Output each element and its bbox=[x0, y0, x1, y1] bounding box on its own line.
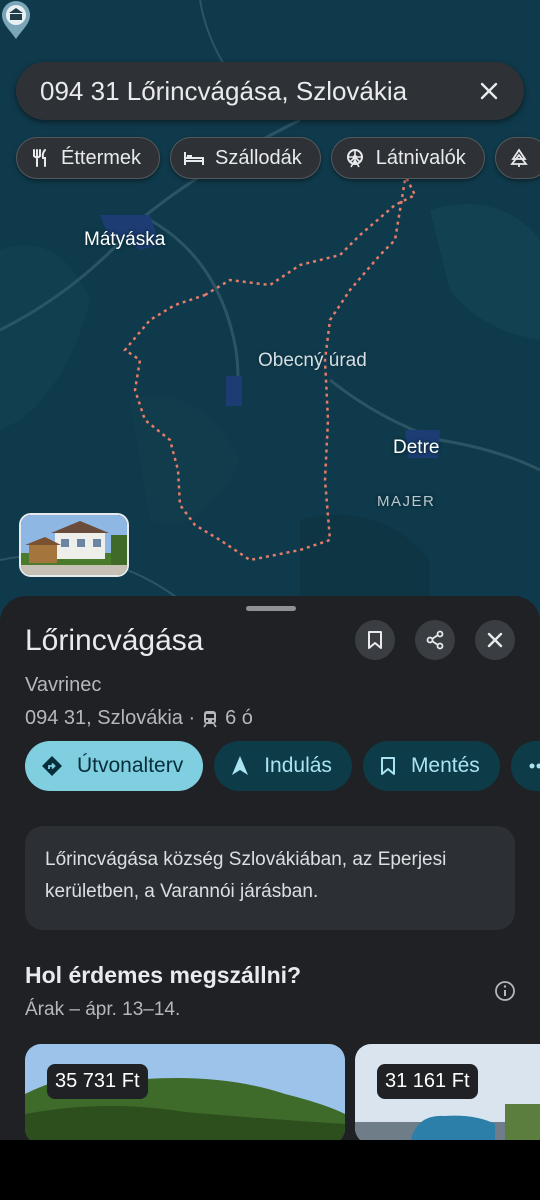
chip-restaurants[interactable]: Éttermek bbox=[16, 137, 161, 179]
place-address: 094 31, Szlovákia · bbox=[25, 707, 196, 729]
town-hall-pin-icon[interactable] bbox=[0, 0, 32, 40]
navigation-arrow-icon bbox=[232, 756, 249, 775]
clear-search-icon[interactable] bbox=[474, 76, 504, 106]
action-buttons: Útvonalterv Indulás Mentés bbox=[25, 741, 540, 791]
start-label: Indulás bbox=[264, 754, 332, 777]
close-icon bbox=[487, 632, 503, 648]
place-description: Lőrincvágása község Szlovákiában, az Epe… bbox=[25, 826, 515, 930]
map-label-majer[interactable]: MAJER bbox=[377, 493, 435, 510]
system-navigation-bar bbox=[0, 1140, 540, 1200]
ferris-wheel-icon bbox=[344, 147, 366, 169]
chip-hotels[interactable]: Szállodák bbox=[170, 137, 321, 179]
share-icon bbox=[426, 630, 444, 650]
category-chips: Éttermek Szállodák Látnivalók bbox=[16, 137, 540, 179]
chip-label: Szállodák bbox=[215, 146, 302, 169]
info-icon[interactable] bbox=[494, 980, 516, 1002]
train-icon bbox=[203, 710, 217, 727]
search-bar[interactable]: 094 31 Lőrincvágása, Szlovákia bbox=[16, 62, 524, 120]
search-query[interactable]: 094 31 Lőrincvágása, Szlovákia bbox=[40, 76, 474, 107]
chip-label: Éttermek bbox=[61, 146, 142, 169]
chip-more[interactable] bbox=[494, 137, 540, 179]
transit-time: 6 ó bbox=[225, 707, 253, 729]
save-button[interactable]: Mentés bbox=[362, 741, 500, 791]
save-label: Mentés bbox=[410, 754, 480, 777]
bookmark-icon bbox=[368, 631, 382, 649]
hotel-price: 31 161 Ft bbox=[377, 1064, 478, 1099]
hotel-price: 35 731 Ft bbox=[47, 1064, 148, 1099]
place-photo-thumbnail[interactable] bbox=[19, 513, 129, 577]
bookmark-icon bbox=[380, 757, 395, 775]
directions-icon bbox=[42, 756, 62, 776]
directions-label: Útvonalterv bbox=[77, 754, 184, 777]
place-meta: 094 31, Szlovákia · 6 ó bbox=[25, 707, 253, 730]
sheet-drag-handle[interactable] bbox=[246, 606, 296, 611]
more-actions-button[interactable] bbox=[510, 741, 540, 791]
directions-button[interactable]: Útvonalterv bbox=[25, 741, 204, 791]
place-bottom-sheet: Lőrincvágása Vavrinec 094 31, Szlovákia … bbox=[0, 596, 540, 1140]
map-label-poi[interactable]: Obecný úrad bbox=[258, 350, 367, 372]
map-label-detre[interactable]: Detre bbox=[393, 437, 439, 459]
place-title: Lőrincvágása bbox=[25, 624, 204, 657]
stay-dates: Árak – ápr. 13–14. bbox=[25, 999, 181, 1020]
bed-icon bbox=[183, 147, 205, 169]
hotel-card[interactable]: 31 161 Ft bbox=[355, 1044, 540, 1140]
tree-icon bbox=[508, 147, 530, 169]
fork-knife-icon bbox=[29, 147, 51, 169]
place-alt-name: Vavrinec bbox=[25, 674, 102, 696]
more-dots-icon bbox=[529, 763, 540, 769]
map-label-matyaska[interactable]: Mátyáska bbox=[84, 229, 165, 251]
close-sheet-button[interactable] bbox=[475, 620, 515, 660]
stay-section-title: Hol érdemes megszállni? bbox=[25, 962, 302, 988]
chip-label: Látnivalók bbox=[375, 146, 466, 169]
hotel-card[interactable]: 35 731 Ft bbox=[25, 1044, 345, 1140]
save-icon-button[interactable] bbox=[355, 620, 395, 660]
start-navigation-button[interactable]: Indulás bbox=[214, 741, 352, 791]
chip-attractions[interactable]: Látnivalók bbox=[330, 137, 485, 179]
share-button[interactable] bbox=[415, 620, 455, 660]
